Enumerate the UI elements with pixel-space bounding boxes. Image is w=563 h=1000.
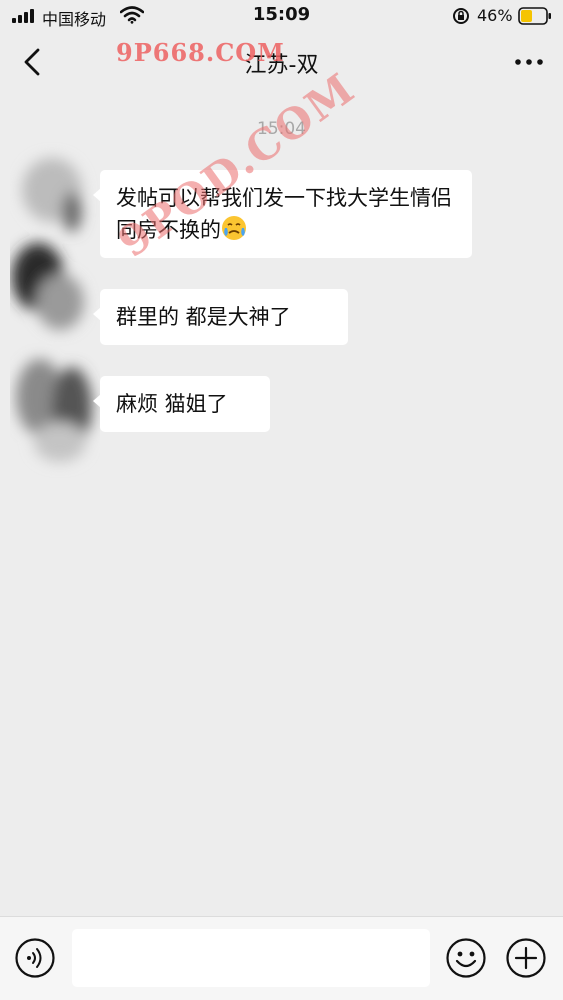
message-bubble[interactable]: 群里的 都是大神了 [93, 289, 348, 345]
message-input[interactable] [72, 929, 430, 987]
watermark-top: 9P668.COM [116, 38, 285, 67]
battery-icon [518, 7, 551, 25]
more-dots-icon[interactable] [511, 48, 547, 76]
status-bar: 中国移动 15:09 46% [0, 0, 563, 34]
avatar[interactable] [10, 142, 100, 482]
smiley-icon[interactable] [445, 937, 487, 979]
plus-icon[interactable] [505, 937, 547, 979]
input-bar [0, 916, 563, 1000]
orientation-lock-icon [453, 8, 469, 24]
message-text: 群里的 都是大神了 [116, 305, 291, 329]
battery-percent: 46% [477, 6, 513, 25]
message-bubble[interactable]: 麻烦 猫姐了 [93, 376, 270, 432]
voice-icon[interactable] [14, 937, 56, 979]
crying-face-emoji [222, 216, 246, 240]
message-text: 麻烦 猫姐了 [116, 392, 228, 416]
